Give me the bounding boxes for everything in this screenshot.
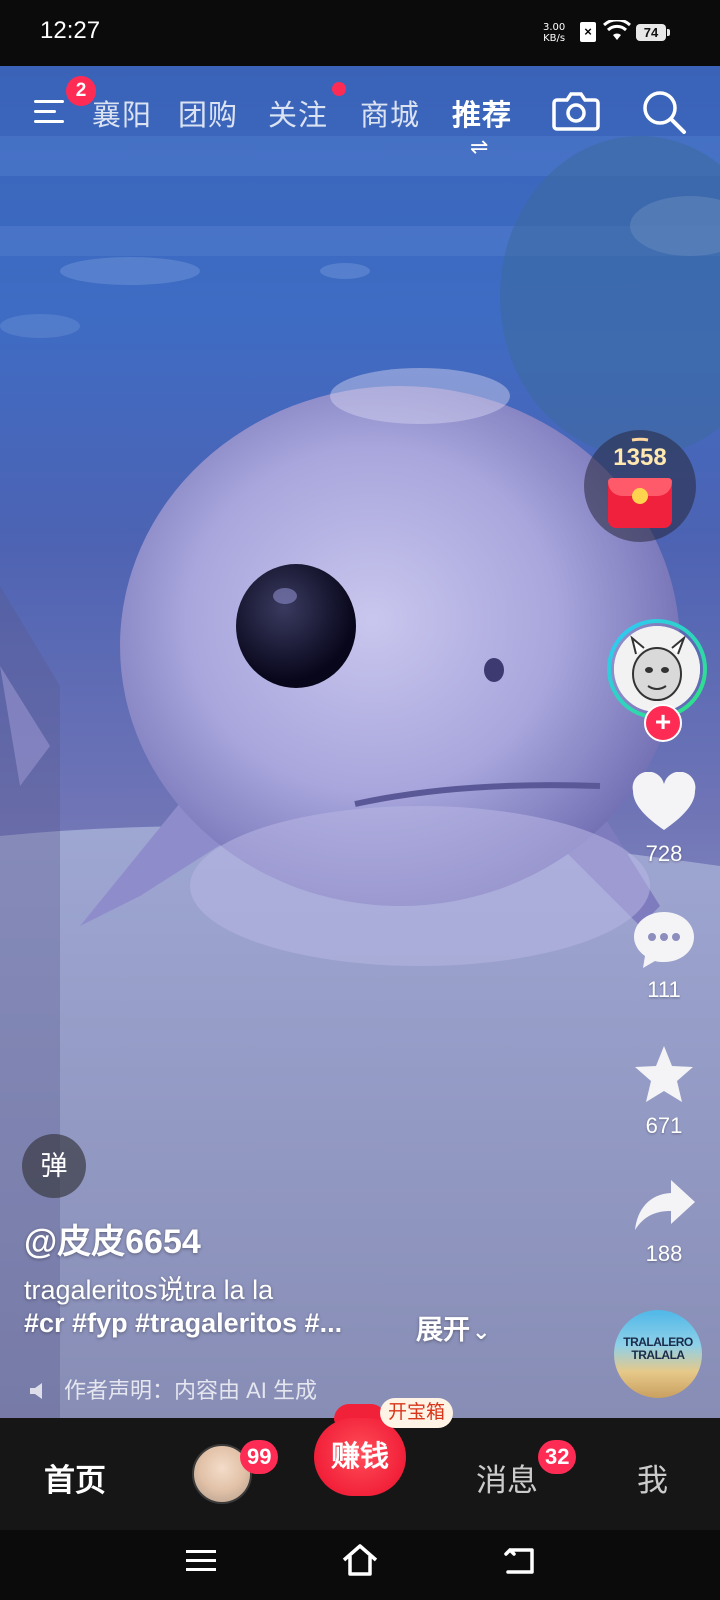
swap-icon: ⇌ xyxy=(470,134,489,159)
danmu-toggle-button[interactable]: 弹 xyxy=(22,1134,86,1198)
comment-icon xyxy=(634,912,694,968)
ai-disclaimer-text: 作者声明：内容由 AI 生成 xyxy=(64,1378,318,1403)
status-bar: 12:27 3.00 KB/s × 74 xyxy=(0,0,720,66)
favorite-count: 671 xyxy=(645,1113,683,1138)
heart-icon xyxy=(632,771,696,830)
tab-following[interactable]: 关注 xyxy=(268,92,328,134)
avatar-image xyxy=(614,626,700,712)
follow-button[interactable]: + xyxy=(644,704,682,742)
nav-earn-button[interactable]: 赚钱 xyxy=(314,1418,406,1496)
comment-action[interactable]: 111 xyxy=(620,908,708,1003)
chevron-down-icon: ⌄ xyxy=(472,1319,491,1344)
video-hashtags[interactable]: #cr #fyp #tragaleritos #... xyxy=(24,1308,342,1339)
author-name[interactable]: @皮皮6654 xyxy=(24,1214,201,1263)
menu-icon[interactable] xyxy=(30,92,70,132)
share-count: 188 xyxy=(645,1241,683,1266)
favorite-action[interactable]: 671 xyxy=(620,1044,708,1139)
nav-messages[interactable]: 消息 xyxy=(476,1455,538,1500)
share-icon xyxy=(635,1180,695,1230)
wifi-icon xyxy=(603,20,631,40)
tab-group-buy[interactable]: 团购 xyxy=(178,92,238,134)
battery-indicator: 74 xyxy=(636,24,670,41)
nav-home-icon[interactable] xyxy=(340,1542,380,1578)
earn-treasure-tag: 开宝箱 xyxy=(380,1398,454,1428)
search-icon[interactable] xyxy=(640,88,688,136)
status-time: 12:27 xyxy=(40,17,101,44)
like-count: 728 xyxy=(645,841,683,866)
red-packet-count: 1358 xyxy=(613,444,667,471)
music-cover-text: TRALALERO TRALALA xyxy=(623,1335,693,1362)
red-packet-reward[interactable]: 1358 xyxy=(584,430,696,542)
share-action[interactable]: 188 xyxy=(620,1176,708,1267)
nav-back-icon[interactable] xyxy=(502,1544,538,1576)
network-speed: 3.00 KB/s xyxy=(543,22,565,44)
following-dot xyxy=(332,82,346,96)
nav-home[interactable]: 首页 xyxy=(44,1455,106,1500)
speaker-icon xyxy=(30,1383,42,1399)
expand-button[interactable]: 展开⌄ xyxy=(416,1308,490,1347)
camera-icon[interactable] xyxy=(551,88,601,134)
tab-mall[interactable]: 商城 xyxy=(360,92,420,134)
sim-status-icon: × xyxy=(580,22,596,42)
ai-disclaimer: 作者声明：内容由 AI 生成 xyxy=(28,1373,317,1405)
network-speed-value: 3.00 xyxy=(543,22,566,33)
expand-label: 展开 xyxy=(416,1315,470,1345)
friends-badge: 99 xyxy=(240,1440,279,1474)
nav-menu-icon[interactable] xyxy=(184,1546,218,1576)
nav-me[interactable]: 我 xyxy=(637,1455,668,1500)
red-envelope-icon xyxy=(608,478,672,528)
network-speed-unit: KB/s xyxy=(543,33,566,44)
messages-badge: 32 xyxy=(538,1440,577,1474)
tab-local[interactable]: 襄阳 xyxy=(92,92,152,134)
comment-count: 111 xyxy=(647,977,681,1002)
system-nav-bar xyxy=(0,1530,720,1600)
tab-recommend[interactable]: 推荐 xyxy=(452,92,512,134)
star-icon xyxy=(635,1046,693,1102)
video-description: tragaleritos说tra la la xyxy=(24,1275,274,1305)
like-action[interactable]: 728 xyxy=(620,771,708,867)
music-disc[interactable]: TRALALERO TRALALA xyxy=(614,1310,702,1398)
